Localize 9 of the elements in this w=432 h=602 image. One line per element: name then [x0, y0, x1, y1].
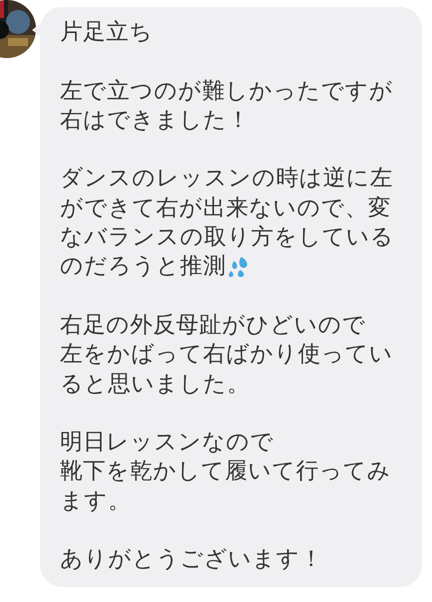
message-text: ありがとうございます！: [60, 545, 323, 574]
message-text: 片足立ち: [60, 18, 153, 47]
message-text: ダンスのレッスンの時は逆に左ができて右が出来ないので、変なバランスの取り方をしている: [60, 164, 395, 252]
message-text: 左で立つのが難しかったですが右はできました！: [60, 76, 394, 135]
message-text: 左をかばって右ばかり使っていると思いました。: [60, 340, 394, 399]
message-text: 明日レッスンなので: [60, 428, 274, 458]
message-text: 靴下を乾かして履いて行ってみます。: [60, 457, 392, 516]
message-text: 右足の外反母趾がひどいので: [60, 310, 366, 340]
message-text: のだろうと推測: [60, 252, 226, 282]
